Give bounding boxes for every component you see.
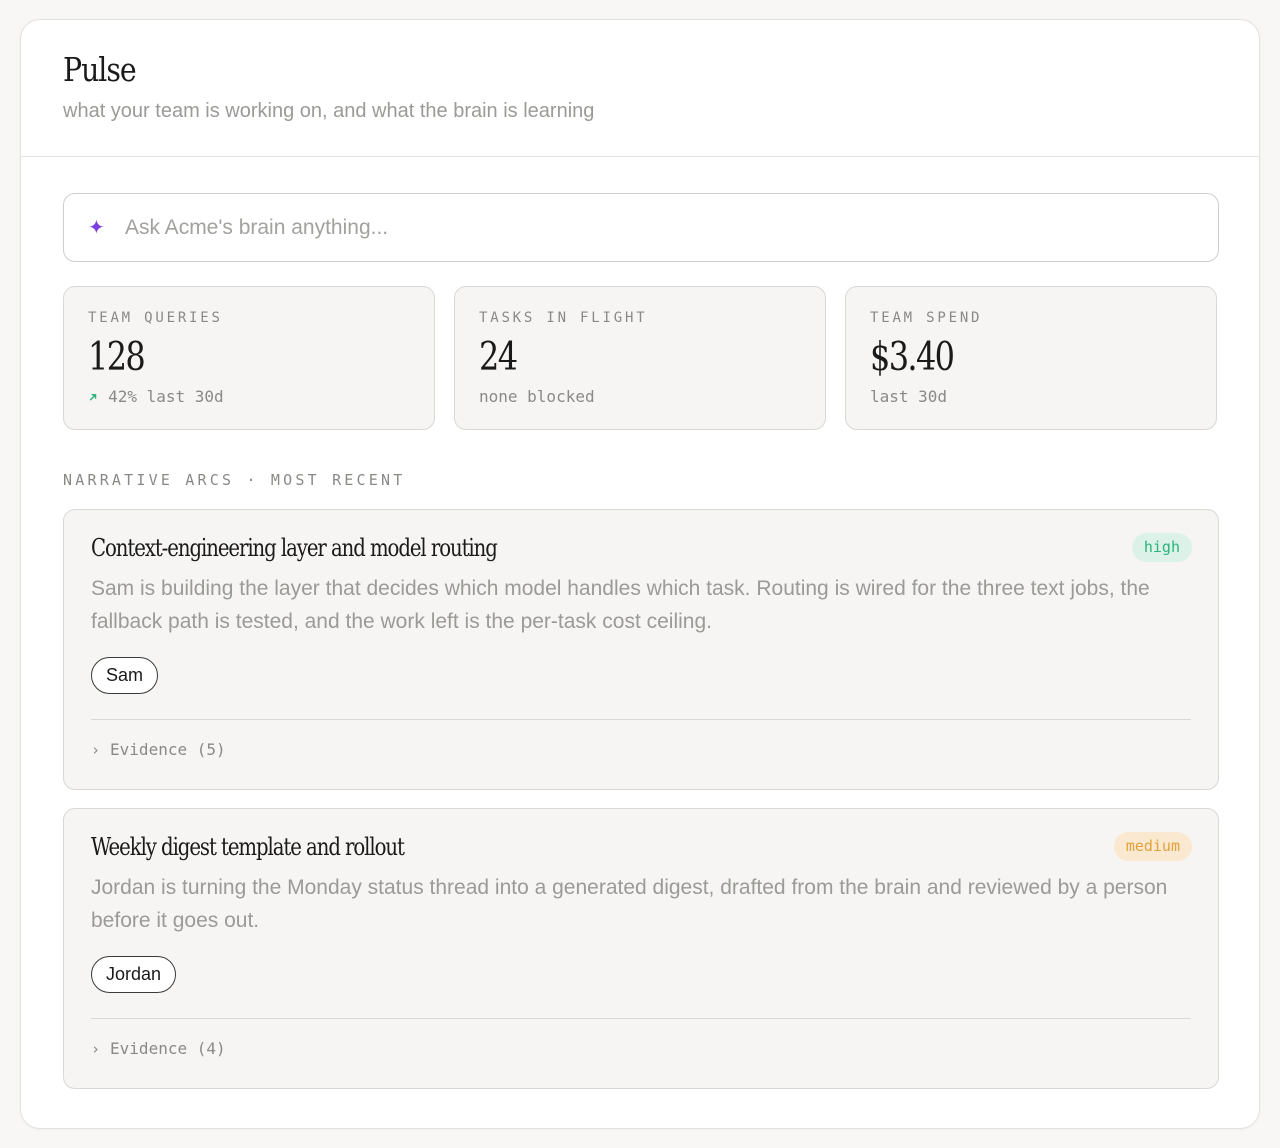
stat-value: 24 — [479, 335, 518, 380]
stat-subtext-label: 42% last 30d — [108, 387, 224, 406]
arc-title: Weekly digest template and rollout — [91, 833, 405, 861]
person-chip[interactable]: Sam — [91, 657, 159, 694]
stat-subtext: ➜ 42% last 30d — [85, 387, 434, 407]
divider — [91, 719, 1191, 720]
page-header: Pulse what your team is working on, and … — [21, 20, 1259, 157]
page-subtitle: what your team is working on, and what t… — [63, 100, 595, 122]
evidence-toggle[interactable]: › Evidence (4) — [91, 1039, 226, 1059]
search-box[interactable]: ✦ — [63, 193, 1219, 262]
stat-label: TEAM QUERIES — [88, 310, 223, 326]
divider — [91, 1018, 1191, 1019]
arc-title: Context-engineering layer and model rout… — [91, 534, 498, 562]
search-input[interactable] — [125, 215, 1125, 240]
stat-label: TEAM SPEND — [870, 310, 983, 326]
sparkle-icon: ✦ — [88, 216, 105, 239]
page-title: Pulse — [63, 50, 137, 89]
trend-up-icon: ➜ — [84, 388, 102, 406]
confidence-badge: high — [1131, 533, 1192, 562]
evidence-toggle[interactable]: › Evidence (5) — [91, 740, 226, 760]
stat-value: $3.40 — [870, 335, 955, 380]
section-heading: NARRATIVE ARCS · MOST RECENT — [63, 471, 406, 489]
confidence-badge: medium — [1113, 832, 1192, 861]
arc-card: Weekly digest template and rollout mediu… — [63, 808, 1219, 1089]
chevron-right-icon: › — [91, 1040, 101, 1058]
main-content: ✦ TEAM QUERIES 128 ➜ 42% last 30d TASKS … — [21, 157, 1259, 1089]
stat-subtext: last 30d — [870, 387, 948, 406]
evidence-label: Evidence (4) — [110, 1039, 226, 1058]
stat-value: 128 — [88, 335, 146, 380]
arc-description: Sam is building the layer that decides w… — [91, 577, 1150, 633]
chevron-right-icon: › — [91, 741, 101, 759]
stat-card-tasks-in-flight: TASKS IN FLIGHT 24 none blocked — [454, 286, 826, 430]
stats-row: TEAM QUERIES 128 ➜ 42% last 30d TASKS IN… — [63, 286, 1217, 430]
person-chip[interactable]: Jordan — [91, 956, 177, 993]
arc-description: Jordan is turning the Monday status thre… — [91, 876, 1168, 932]
stat-card-team-spend: TEAM SPEND $3.40 last 30d — [845, 286, 1217, 430]
stat-label: TASKS IN FLIGHT — [479, 310, 648, 326]
arc-card: Context-engineering layer and model rout… — [63, 509, 1219, 790]
pulse-panel: Pulse what your team is working on, and … — [20, 19, 1260, 1129]
stat-subtext: none blocked — [479, 387, 595, 406]
evidence-label: Evidence (5) — [110, 740, 226, 759]
stat-card-team-queries: TEAM QUERIES 128 ➜ 42% last 30d — [63, 286, 435, 430]
